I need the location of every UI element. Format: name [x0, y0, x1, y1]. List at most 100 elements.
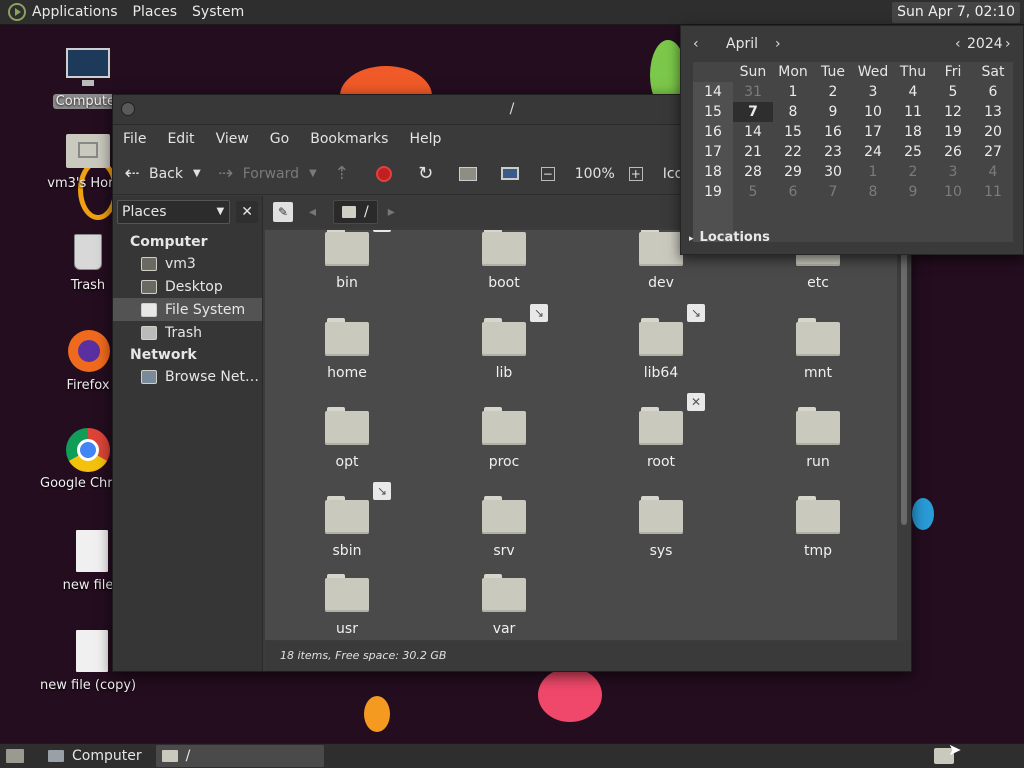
folder-item[interactable]: tmp — [758, 496, 878, 559]
sidebar-type-select[interactable]: Places — [117, 200, 231, 224]
sidebar-item-trash[interactable]: Trash — [113, 321, 262, 344]
calendar-day[interactable]: 26 — [933, 142, 973, 162]
calendar-day[interactable]: 4 — [973, 162, 1013, 182]
folder-item[interactable]: proc — [444, 407, 564, 470]
calendar-day[interactable]: 6 — [773, 182, 813, 202]
calendar-day[interactable]: 5 — [933, 82, 973, 102]
folder-item[interactable]: boot — [444, 230, 564, 291]
calendar-day[interactable]: 21 — [733, 142, 773, 162]
calendar-day[interactable]: 9 — [893, 182, 933, 202]
calendar-day[interactable]: 2 — [813, 82, 853, 102]
zoom-out-button[interactable]: − — [540, 166, 561, 181]
calendar-day[interactable]: 13 — [973, 102, 1013, 122]
computer-button[interactable] — [499, 163, 527, 185]
calendar-day[interactable]: 15 — [773, 122, 813, 142]
reload-button[interactable]: ↻ — [415, 163, 443, 185]
folder-item[interactable]: srv — [444, 496, 564, 559]
forward-history-dropdown-icon[interactable]: ▼ — [309, 168, 317, 179]
calendar-day[interactable]: 17 — [853, 122, 893, 142]
calendar-day[interactable]: 6 — [973, 82, 1013, 102]
folder-item[interactable]: ✕ root — [601, 393, 721, 470]
sidebar-item-desktop[interactable]: Desktop — [113, 275, 262, 298]
calendar-day[interactable]: 2 — [893, 162, 933, 182]
calendar-day[interactable]: 5 — [733, 182, 773, 202]
sidebar-item-browse-network[interactable]: Browse Net… — [113, 365, 262, 388]
calendar-day[interactable]: 9 — [813, 102, 853, 122]
menu-system[interactable]: System — [192, 4, 244, 20]
zoom-in-button[interactable]: + — [628, 166, 649, 181]
menu-view[interactable]: View — [216, 131, 249, 147]
folder-item[interactable]: run — [758, 407, 878, 470]
show-desktop-icon[interactable] — [6, 749, 24, 763]
back-button[interactable]: ⇠ Back ▼ — [121, 163, 201, 185]
calendar-day[interactable]: 3 — [933, 162, 973, 182]
folder-item[interactable]: sys — [601, 496, 721, 559]
home-button[interactable] — [457, 163, 485, 185]
menu-help[interactable]: Help — [409, 131, 441, 147]
calendar-day[interactable]: 7 — [813, 182, 853, 202]
forward-button[interactable]: ⇢ Forward ▼ — [215, 163, 317, 185]
calendar-day[interactable]: 11 — [973, 182, 1013, 202]
calendar-day[interactable]: 28 — [733, 162, 773, 182]
calendar-day[interactable]: 8 — [773, 102, 813, 122]
task-computer[interactable]: Computer — [42, 745, 148, 767]
calendar-day[interactable]: 7 — [733, 102, 773, 122]
stop-button[interactable] — [373, 163, 401, 185]
calendar-day[interactable]: 14 — [733, 122, 773, 142]
path-scroll-right-icon[interactable]: ▸ — [388, 204, 402, 220]
calendar-day[interactable]: 29 — [773, 162, 813, 182]
calendar-day[interactable]: 4 — [893, 82, 933, 102]
calendar-day[interactable]: 25 — [893, 142, 933, 162]
folder-item[interactable]: ↘ bin — [287, 230, 407, 291]
zoom-level[interactable]: 100% — [575, 166, 615, 182]
calendar-day[interactable]: 1 — [773, 82, 813, 102]
calendar-day[interactable]: 27 — [973, 142, 1013, 162]
calendar-day[interactable]: 1 — [853, 162, 893, 182]
folder-item[interactable]: home — [287, 318, 407, 381]
path-scroll-left-icon[interactable]: ◂ — [309, 204, 323, 220]
calendar-day[interactable]: 3 — [853, 82, 893, 102]
calendar-day[interactable]: 20 — [973, 122, 1013, 142]
calendar-day[interactable]: 19 — [933, 122, 973, 142]
folder-item[interactable]: mnt — [758, 318, 878, 381]
calendar-day[interactable]: 16 — [813, 122, 853, 142]
calendar-day[interactable]: 10 — [853, 102, 893, 122]
calendar-day[interactable]: 8 — [853, 182, 893, 202]
sidebar-close-icon[interactable]: ✕ — [236, 201, 258, 223]
menu-places[interactable]: Places — [133, 4, 178, 20]
menu-applications[interactable]: Applications — [32, 4, 118, 20]
calendar-day[interactable]: 31 — [733, 82, 773, 102]
calendar-day[interactable]: 24 — [853, 142, 893, 162]
prev-month-icon[interactable]: ‹ — [693, 36, 699, 52]
distro-logo-icon[interactable] — [8, 3, 26, 21]
calendar-day[interactable]: 18 — [893, 122, 933, 142]
clock[interactable]: Sun Apr 7, 02:10 — [892, 2, 1020, 23]
calendar-day[interactable]: 10 — [933, 182, 973, 202]
prev-year-icon[interactable]: ‹ — [955, 36, 961, 52]
folder-item[interactable]: opt — [287, 407, 407, 470]
icon-view[interactable]: ↘ bin boot dev etc home ↘ lib ↘ lib64 mnt opt proc ✕ r… — [265, 230, 897, 640]
next-month-icon[interactable]: › — [775, 36, 781, 52]
up-button[interactable]: ⇡ — [331, 163, 359, 185]
calendar-day[interactable]: 11 — [893, 102, 933, 122]
calendar-day[interactable]: 23 — [813, 142, 853, 162]
sidebar-item-vm3[interactable]: vm3 — [113, 252, 262, 275]
next-year-icon[interactable]: › — [1005, 36, 1011, 52]
folder-item[interactable]: usr — [287, 574, 407, 637]
menu-edit[interactable]: Edit — [167, 131, 194, 147]
locations-expander[interactable]: ▸ Locations — [689, 230, 770, 245]
menu-go[interactable]: Go — [270, 131, 289, 147]
path-button-root[interactable]: / — [333, 200, 378, 224]
task-file-manager[interactable]: / — [155, 745, 324, 767]
back-history-dropdown-icon[interactable]: ▼ — [193, 168, 201, 179]
sidebar-item-file-system[interactable]: File System — [113, 298, 262, 321]
calendar-day[interactable]: 30 — [813, 162, 853, 182]
folder-item[interactable]: ↘ lib — [444, 304, 564, 381]
folder-item[interactable]: ↘ sbin — [287, 482, 407, 559]
folder-item[interactable]: ↘ lib64 — [601, 304, 721, 381]
folder-item[interactable]: var — [444, 574, 564, 637]
menu-bookmarks[interactable]: Bookmarks — [310, 131, 388, 147]
calendar-day[interactable]: 22 — [773, 142, 813, 162]
menu-file[interactable]: File — [123, 131, 146, 147]
calendar-day[interactable]: 12 — [933, 102, 973, 122]
